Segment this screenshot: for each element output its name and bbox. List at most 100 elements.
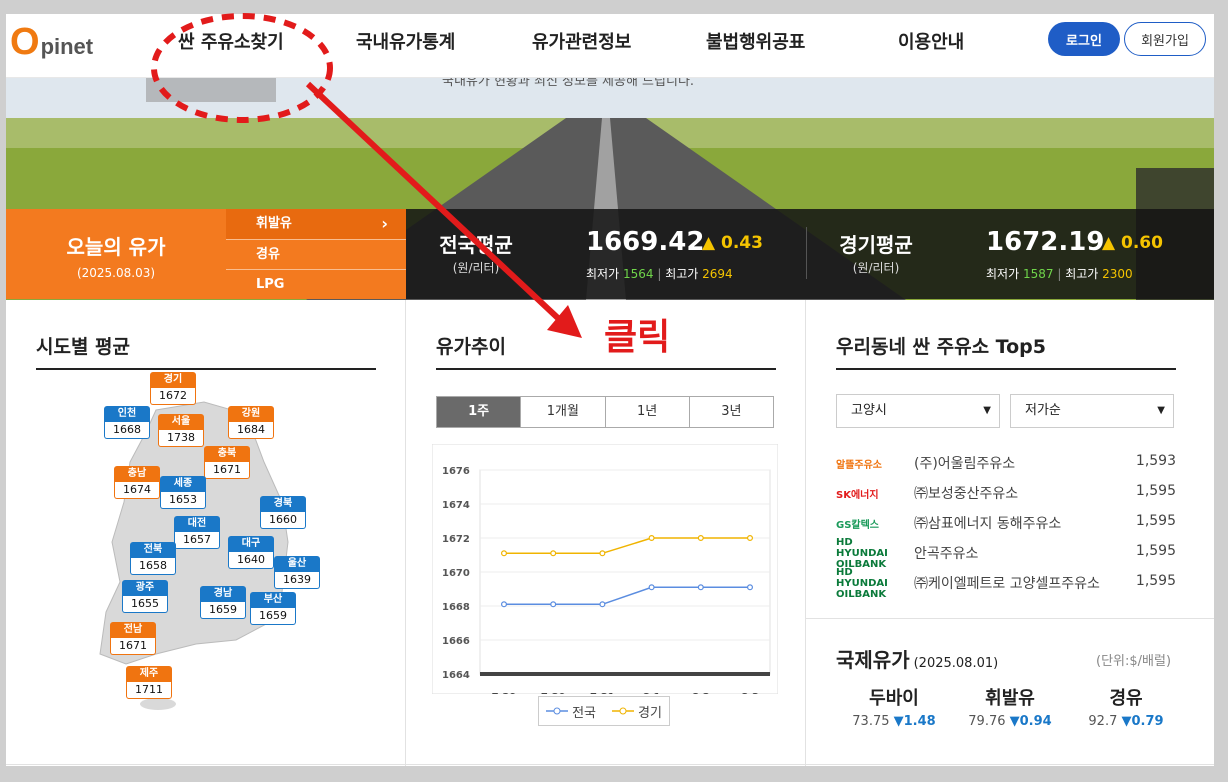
region-value: 1711 [126, 682, 172, 699]
region-value: 1672 [150, 388, 196, 405]
station-row[interactable]: GS칼텍스 ㈜삼표에너지 동해주유소 1,595 [836, 508, 1176, 538]
data-point [697, 534, 704, 541]
fuel-tab-lpg[interactable]: LPG [226, 269, 406, 299]
station-name[interactable]: ㈜케이엘페트로 고양셀프주유소 [914, 573, 1100, 593]
region-name: 서울 [158, 414, 204, 430]
y-tick-label: 1666 [442, 636, 470, 647]
region-value: 1684 [228, 422, 274, 439]
region-badge[interactable]: 부산 1659 [250, 592, 296, 625]
region-value: 1660 [260, 512, 306, 529]
down-triangle-icon: ▼ [893, 714, 904, 729]
station-name[interactable]: ㈜보성중산주유소 [914, 483, 1018, 503]
station-row[interactable]: HD HYUNDAI OILBANK ㈜케이엘페트로 고양셀프주유소 1,595 [836, 567, 1176, 600]
brand-logo-icon: GS칼텍스 [836, 514, 892, 532]
station-row[interactable]: HD HYUNDAI OILBANK 안곡주유소 1,595 [836, 537, 1176, 570]
region-badge[interactable]: 경기 1672 [150, 372, 196, 405]
region-badge[interactable]: 충북 1671 [204, 446, 250, 479]
period-tab-1w[interactable]: 1주 [437, 397, 521, 427]
gyeonggi-change: ▲ 0.60 [1102, 233, 1163, 253]
region-badge[interactable]: 경북 1660 [260, 496, 306, 529]
region-value: 1639 [274, 572, 320, 589]
region-badge[interactable]: 경남 1659 [200, 586, 246, 619]
nav-price-info[interactable]: 유가관련정보 [532, 28, 631, 54]
nav-domestic-stats[interactable]: 국내유가통계 [356, 28, 455, 54]
nav-cheap-station[interactable]: 싼 주유소찾기 [178, 28, 284, 54]
intl-item: 경유 92.7 ▼0.79 [1068, 684, 1184, 729]
gyeonggi-min: 1587 [1022, 267, 1054, 281]
station-price: 1,595 [1135, 513, 1176, 529]
sort-select[interactable]: 저가순 ▼ [1010, 394, 1174, 428]
header: O pinet 싼 주유소찾기 국내유가통계 유가관련정보 불법행위공표 이용안… [6, 14, 1214, 78]
legend-gyeonggi[interactable]: 경기 [612, 702, 662, 721]
station-name[interactable]: ㈜삼표에너지 동해주유소 [914, 513, 1061, 533]
fuel-tab-diesel[interactable]: 경유 [226, 239, 406, 269]
region-name: 전북 [130, 542, 176, 558]
region-badge[interactable]: 광주 1655 [122, 580, 168, 613]
station-price: 1,595 [1135, 483, 1176, 499]
nav-guide[interactable]: 이용안내 [898, 28, 964, 54]
opinet-logo[interactable]: O pinet [10, 22, 93, 62]
region-badge[interactable]: 대구 1640 [228, 536, 274, 569]
intl-date: (2025.08.01) [913, 656, 999, 671]
region-badge[interactable]: 대전 1657 [174, 516, 220, 549]
legend-label: 경기 [638, 705, 662, 721]
region-name: 경남 [200, 586, 246, 602]
region-badge[interactable]: 강원 1684 [228, 406, 274, 439]
data-point [500, 550, 507, 557]
y-tick-label: 1668 [442, 602, 470, 613]
legend-national[interactable]: 전국 [546, 702, 596, 721]
region-badge[interactable]: 제주 1711 [126, 666, 172, 699]
intl-values: 92.7 ▼0.79 [1068, 714, 1184, 729]
intl-name: 휘발유 [985, 688, 1035, 709]
region-badge[interactable]: 서울 1738 [158, 414, 204, 447]
station-row[interactable]: SK에너지 ㈜보성중산주유소 1,595 [836, 478, 1176, 508]
join-button[interactable]: 회원가입 [1124, 22, 1206, 56]
region-value: 1671 [110, 638, 156, 655]
trend-title: 유가추이 [436, 336, 506, 358]
period-tab-1y[interactable]: 1년 [604, 397, 689, 427]
opinet-page: O pinet 싼 주유소찾기 국내유가통계 유가관련정보 불법행위공표 이용안… [6, 14, 1214, 766]
region-badge[interactable]: 인천 1668 [104, 406, 150, 439]
brand-name: HD HYUNDAI OILBANK [836, 536, 888, 570]
gyeonggi-label: 경기평균 [839, 233, 913, 257]
login-button[interactable]: 로그인 [1048, 22, 1120, 56]
brand-logo-icon: HD HYUNDAI OILBANK [836, 537, 892, 570]
intl-name: 두바이 [869, 688, 919, 709]
station-row[interactable]: 알뜰주유소 (주)어울림주유소 1,593 [836, 448, 1176, 478]
national-value: 1669.42 [586, 227, 705, 257]
region-name: 대구 [228, 536, 274, 552]
nav-illegal-notice[interactable]: 불법행위공표 [706, 28, 805, 54]
period-tab-3y[interactable]: 3년 [688, 397, 773, 427]
chart-background [432, 444, 778, 694]
region-value: 1671 [204, 462, 250, 479]
panel-divider [805, 300, 806, 766]
national-label: 전국평균 [439, 233, 513, 257]
up-triangle-icon: ▲ [702, 233, 716, 253]
x-tick-label: 7.29 [492, 692, 517, 694]
region-badge[interactable]: 전남 1671 [110, 622, 156, 655]
region-badge[interactable]: 전북 1658 [130, 542, 176, 575]
click-annotation: 클릭 [604, 317, 671, 358]
x-tick-label: 8.2 [692, 692, 710, 694]
region-value: 1738 [158, 430, 204, 447]
region-badge[interactable]: 충남 1674 [114, 466, 160, 499]
fuel-tab-gasoline[interactable]: 휘발유 › [226, 209, 406, 239]
intl-change: 0.94 [1019, 714, 1052, 729]
data-point [550, 601, 557, 608]
national-unit: (원/리터) [452, 261, 500, 275]
region-value: 1659 [200, 602, 246, 619]
region-name: 제주 [126, 666, 172, 682]
region-value: 1668 [104, 422, 150, 439]
y-tick-label: 1676 [442, 466, 470, 477]
logo-text: pinet [40, 34, 94, 59]
period-tab-1m[interactable]: 1개월 [520, 397, 605, 427]
station-name[interactable]: (주)어울림주유소 [914, 453, 1015, 473]
city-select[interactable]: 고양시 ▼ [836, 394, 1000, 428]
region-badge[interactable]: 울산 1639 [274, 556, 320, 589]
national-min: 1564 [622, 267, 654, 281]
intl-change: 1.48 [903, 714, 936, 729]
station-name[interactable]: 안곡주유소 [914, 543, 978, 563]
top5-title: 우리동네 싼 주유소 Top5 [836, 336, 1046, 358]
region-badge[interactable]: 세종 1653 [160, 476, 206, 509]
data-point [599, 550, 606, 557]
